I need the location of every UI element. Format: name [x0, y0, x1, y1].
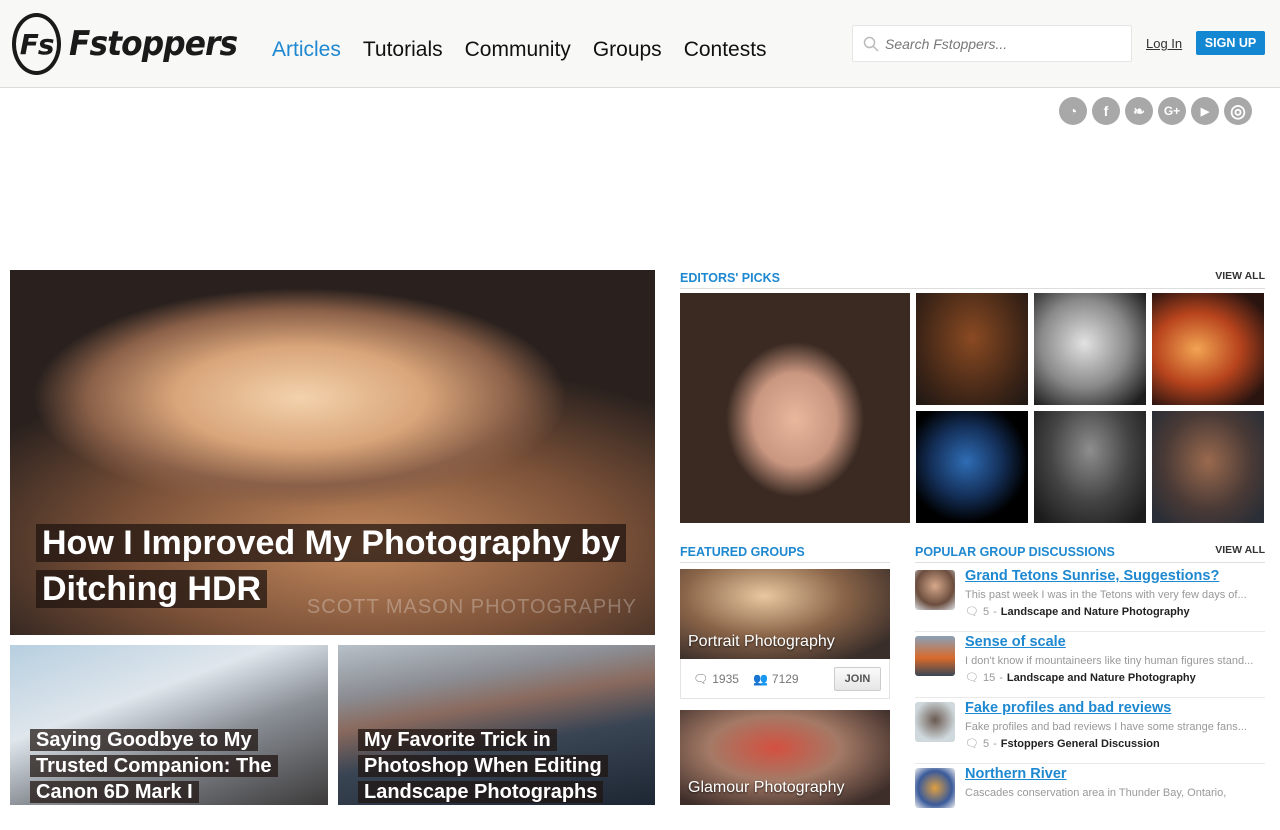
article-card[interactable]: My Favorite Trick in Photoshop When Edit… — [338, 645, 655, 805]
search-box[interactable] — [852, 25, 1132, 62]
editors-picks-header: EDITORS' PICKS VIEW ALL — [680, 269, 1265, 289]
discussion-title[interactable]: Sense of scale — [965, 634, 1066, 650]
avatar[interactable] — [915, 768, 955, 808]
featured-groups-title: FEATURED GROUPS — [680, 545, 805, 559]
discussion-title[interactable]: Fake profiles and bad reviews — [965, 700, 1171, 716]
join-group-button[interactable]: JOIN — [834, 666, 881, 691]
article-card-title[interactable]: My Favorite Trick in Photoshop When Edit… — [358, 727, 648, 805]
discussion-title[interactable]: Grand Tetons Sunrise, Suggestions? — [965, 568, 1219, 584]
discussion-count: 🗨 1935 — [693, 671, 739, 686]
group-cover-image[interactable]: Glamour Photography — [680, 710, 890, 805]
editors-picks-view-all[interactable]: VIEW ALL — [1215, 270, 1265, 282]
nav-contests[interactable]: Contests — [684, 38, 767, 62]
twitter-icon[interactable]: ❧ — [1125, 97, 1153, 125]
nav-community[interactable]: Community — [465, 38, 571, 62]
social-links: ◔ f ❧ G+ ▶ ◎ — [1059, 97, 1252, 125]
login-link[interactable]: Log In — [1146, 36, 1182, 51]
avatar[interactable] — [915, 570, 955, 610]
discussion-meta: 🗨 15 - Landscape and Nature Photography — [965, 671, 1196, 685]
discussion-meta: 🗨 5 - Landscape and Nature Photography — [965, 605, 1190, 619]
discussion-excerpt: This past week I was in the Tetons with … — [965, 589, 1247, 601]
fstoppers-logo[interactable]: Fs Fstoppers — [12, 13, 252, 75]
article-card[interactable]: Saying Goodbye to My Trusted Companion: … — [10, 645, 328, 805]
avatar[interactable] — [915, 636, 955, 676]
hero-article[interactable]: How I Improved My Photography by Ditchin… — [10, 270, 655, 635]
instagram-icon[interactable]: ◎ — [1224, 97, 1252, 125]
search-input[interactable] — [885, 35, 1115, 52]
avatar[interactable] — [915, 702, 955, 742]
logo-mark: Fs — [12, 13, 62, 75]
featured-groups-header: FEATURED GROUPS — [680, 543, 890, 563]
youtube-icon[interactable]: ▶ — [1191, 97, 1219, 125]
group-cover-image[interactable]: Portrait Photography — [680, 569, 890, 659]
editors-pick-image[interactable] — [1034, 411, 1146, 523]
editors-pick-image[interactable] — [1034, 293, 1146, 405]
google-plus-icon[interactable]: G+ — [1158, 97, 1186, 125]
discussion-item: Sense of scale I don't know if mountaine… — [915, 632, 1265, 698]
comments-icon: 🗨 — [965, 738, 979, 750]
group-name[interactable]: Portrait Photography — [688, 633, 835, 651]
discussion-excerpt: I don't know if mountaineers like tiny h… — [965, 655, 1254, 667]
site-header: Fs Fstoppers Articles Tutorials Communit… — [0, 0, 1280, 88]
editors-pick-image[interactable] — [1152, 411, 1264, 523]
discussion-group[interactable]: Landscape and Nature Photography — [1007, 672, 1196, 684]
discussion-title[interactable]: Northern River — [965, 766, 1067, 782]
discussion-group[interactable]: Landscape and Nature Photography — [1001, 606, 1190, 618]
photo-watermark: SCOTT MASON PHOTOGRAPHY — [306, 596, 637, 618]
logo-text: Fstoppers — [69, 24, 238, 64]
discussion-item: Northern River Cascades conservation are… — [915, 764, 1265, 830]
comments-icon: 🗨 — [693, 671, 709, 686]
editors-pick-image[interactable] — [1152, 293, 1264, 405]
group-card[interactable]: Glamour Photography — [680, 710, 890, 805]
group-name[interactable]: Glamour Photography — [688, 779, 845, 797]
discussion-excerpt: Fake profiles and bad reviews I have som… — [965, 721, 1247, 733]
discussion-meta: 🗨 5 - Fstoppers General Discussion — [965, 737, 1160, 751]
editors-pick-image[interactable] — [916, 411, 1028, 523]
signup-button[interactable]: SIGN UP — [1196, 31, 1265, 55]
members-icon: 👥 — [752, 671, 768, 686]
discussion-group[interactable]: Fstoppers General Discussion — [1001, 738, 1160, 750]
editors-pick-image[interactable] — [916, 293, 1028, 405]
popular-discussions-header: POPULAR GROUP DISCUSSIONS VIEW ALL — [915, 543, 1265, 563]
discussion-item: Fake profiles and bad reviews Fake profi… — [915, 698, 1265, 764]
popular-discussions-title: POPULAR GROUP DISCUSSIONS — [915, 545, 1115, 559]
discussion-item: Grand Tetons Sunrise, Suggestions? This … — [915, 566, 1265, 632]
discussion-excerpt: Cascades conservation area in Thunder Ba… — [965, 787, 1227, 799]
editors-pick-image[interactable] — [680, 293, 910, 523]
popular-discussions-view-all[interactable]: VIEW ALL — [1215, 544, 1265, 556]
main-nav: Articles Tutorials Community Groups Cont… — [272, 38, 789, 62]
editors-picks-title: EDITORS' PICKS — [680, 271, 780, 285]
rss-icon[interactable]: ◔ — [1059, 97, 1087, 125]
facebook-icon[interactable]: f — [1092, 97, 1120, 125]
nav-tutorials[interactable]: Tutorials — [363, 38, 443, 62]
group-stats: 🗨 1935 👥 7129 JOIN — [680, 659, 890, 699]
search-icon — [863, 36, 879, 52]
member-count: 👥 7129 — [752, 671, 799, 686]
nav-groups[interactable]: Groups — [593, 38, 662, 62]
article-card-title[interactable]: Saying Goodbye to My Trusted Companion: … — [30, 727, 320, 805]
nav-articles[interactable]: Articles — [272, 38, 341, 62]
comments-icon: 🗨 — [965, 672, 979, 684]
group-card[interactable]: Portrait Photography 🗨 1935 👥 7129 JOIN — [680, 569, 890, 699]
comments-icon: 🗨 — [965, 606, 979, 618]
